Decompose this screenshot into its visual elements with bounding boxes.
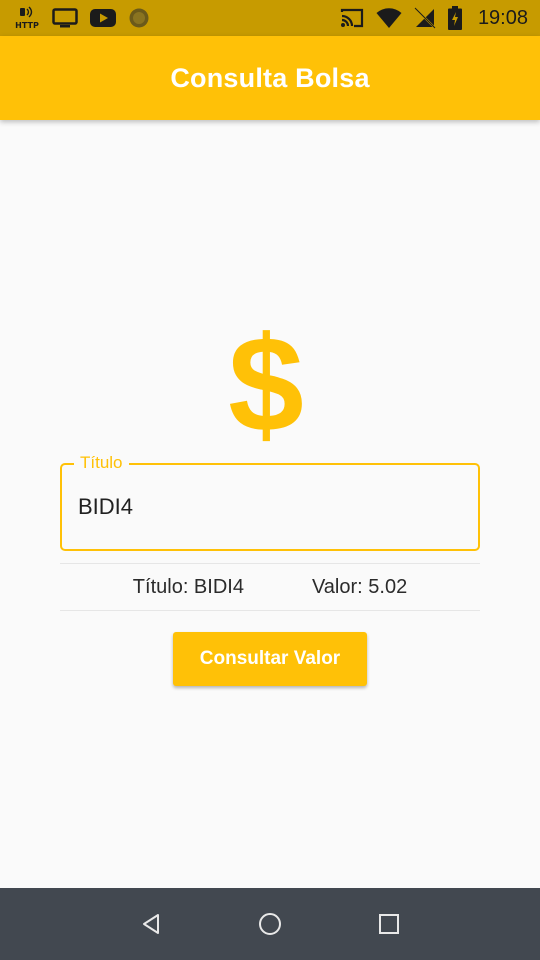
back-icon (143, 914, 160, 934)
titulo-input[interactable] (78, 487, 458, 527)
no-sim-icon (414, 7, 436, 29)
consultar-valor-button[interactable]: Consultar Valor (173, 632, 367, 686)
cast-icon (340, 7, 364, 29)
record-icon (128, 7, 150, 29)
home-icon (258, 913, 281, 935)
result-row: Título: BIDI4 Valor: 5.02 (60, 564, 480, 610)
result-valor-text: Valor: 5.02 (311, 575, 408, 598)
wifi-icon (376, 7, 402, 29)
result-titulo-text: Título: BIDI4 (132, 575, 244, 598)
dollar-icon: $ (228, 308, 304, 460)
titulo-field[interactable]: Título (60, 453, 480, 551)
home-button[interactable] (245, 899, 295, 949)
cast-screen-icon (52, 7, 78, 29)
navigation-bar (0, 888, 540, 960)
status-system: 19:08 (340, 6, 528, 30)
youtube-icon (90, 8, 116, 28)
titulo-field-label: Título (74, 453, 129, 473)
recents-button[interactable] (364, 899, 414, 949)
app-bar: Consulta Bolsa (0, 36, 540, 120)
status-notifications: HTTP (14, 6, 150, 30)
battery-charging-icon (447, 6, 462, 30)
http-icon: HTTP (14, 6, 40, 30)
back-button[interactable] (126, 899, 176, 949)
app-screen: HTTP 19:08 Consulta Bolsa $ Título BIDI4… (0, 0, 540, 960)
result-bottom-divider (60, 610, 480, 611)
app-title: Consulta Bolsa (170, 62, 370, 93)
status-bar: HTTP 19:08 (0, 0, 540, 36)
recents-icon (378, 914, 399, 934)
http-label: HTTP (15, 21, 39, 30)
status-time: 19:08 (477, 6, 528, 29)
